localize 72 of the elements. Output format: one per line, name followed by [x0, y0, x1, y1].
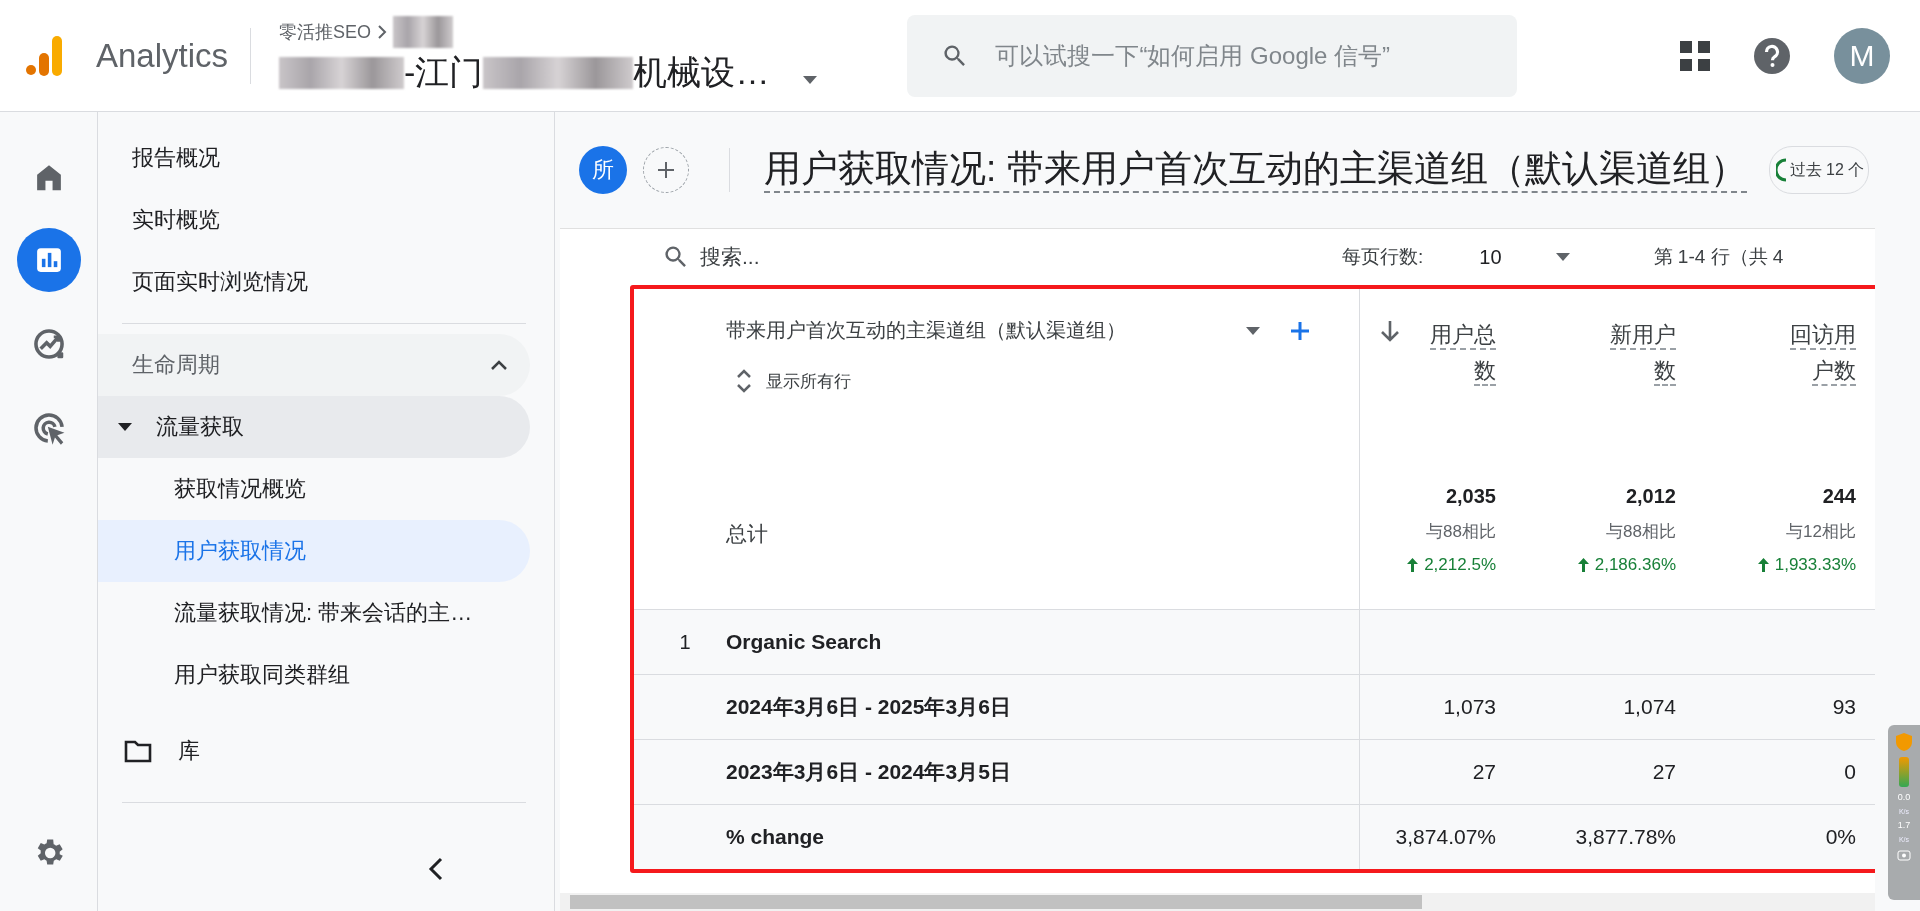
- column-header[interactable]: 新用户数: [1508, 289, 1688, 389]
- change-percent: 1,933.33%: [1774, 555, 1856, 575]
- redacted-block: [393, 15, 454, 48]
- row-index: 1: [679, 630, 691, 654]
- nav-item[interactable]: 页面实时浏览情况: [98, 251, 530, 313]
- library-item[interactable]: 库: [98, 720, 530, 782]
- comparison-text: 与12相比: [1786, 521, 1856, 543]
- chevron-right-icon: [377, 24, 388, 39]
- date-range-chip[interactable]: 过去 12 个: [1768, 146, 1870, 194]
- nav-group[interactable]: 流量获取: [98, 396, 530, 458]
- nav-item[interactable]: 用户获取同类群组: [98, 644, 530, 706]
- folder-icon: [124, 739, 152, 763]
- nav-item[interactable]: 实时概览: [98, 189, 530, 251]
- total-label: 总计: [726, 521, 768, 547]
- app-name: Analytics: [96, 36, 229, 75]
- table-cell: 27: [1472, 760, 1496, 784]
- level-gauge-icon: [1899, 757, 1909, 787]
- table-cell: 27: [1652, 760, 1676, 784]
- table-cell: 3,877.78%: [1575, 825, 1676, 849]
- collapse-chevron-icon[interactable]: [428, 857, 444, 881]
- dropdown-caret-icon: [803, 76, 818, 84]
- dimension-header[interactable]: 带来用户首次互动的主渠道组（默认渠道组）: [726, 317, 1246, 344]
- search-field[interactable]: 可以试搜一下“如何启用 Google 信号”: [907, 14, 1518, 97]
- arrow-up-icon: [1577, 558, 1589, 572]
- upload-speed: 0.0: [1897, 793, 1911, 802]
- table-cell-text: 2023年3月6日 - 2024年3月5日: [726, 759, 1011, 785]
- rows-per-page-select[interactable]: 10: [1473, 241, 1576, 273]
- horizontal-scrollbar[interactable]: [560, 893, 1875, 911]
- table-cell: 0: [1844, 760, 1856, 784]
- change-percent: 2,212.5%: [1424, 555, 1496, 575]
- comparison-chip[interactable]: 所: [579, 146, 627, 194]
- table-cell: 0%: [1825, 825, 1856, 849]
- nav-item[interactable]: 获取情况概览: [98, 458, 530, 520]
- arrow-up-icon: [1407, 558, 1419, 572]
- plus-icon: [657, 161, 675, 179]
- breadcrumb-link[interactable]: 零活推SEO: [279, 19, 372, 44]
- change-percent: 2,186.36%: [1594, 555, 1676, 575]
- column-header[interactable]: 用户总数: [1360, 289, 1508, 389]
- dropdown-caret-icon: [1246, 326, 1260, 335]
- table-cell: 1,074: [1623, 695, 1676, 719]
- analytics-logo-icon: [26, 35, 62, 76]
- nav-item[interactable]: 用户获取情况: [98, 520, 530, 582]
- nav-section-header[interactable]: 生命周期: [98, 334, 530, 396]
- comparison-text: 与88相比: [1426, 521, 1496, 543]
- apps-icon[interactable]: [1680, 40, 1710, 71]
- caret-icon: [1555, 253, 1570, 261]
- help-icon[interactable]: [1754, 37, 1790, 74]
- table-cell: 1,073: [1443, 695, 1496, 719]
- total-value: 2,012: [1625, 485, 1676, 508]
- property-name: 机械设…: [633, 51, 770, 93]
- total-value: 244: [1822, 485, 1856, 508]
- shield-icon: [1896, 733, 1912, 751]
- table-cell: % change: [726, 825, 825, 849]
- property-name: -江门: [404, 51, 484, 93]
- column-header[interactable]: 回访用户数: [1688, 289, 1868, 389]
- sort-arrow-icon[interactable]: [1380, 319, 1400, 343]
- show-all-rows-button[interactable]: 显示所有行: [726, 368, 1359, 394]
- table-cell: Organic Search: [726, 630, 882, 654]
- pagination-range: 第 1-4 行（共 4: [1653, 245, 1784, 269]
- table-cell-text: 2024年3月6日 - 2025年3月6日: [726, 694, 1011, 720]
- report-title: 用户获取情况: 带来用户首次互动的主渠道组（默认渠道组）: [764, 146, 1747, 194]
- nav-item[interactable]: 流量获取情况: 带来会话的主…: [98, 582, 530, 644]
- total-value: 2,035: [1445, 485, 1496, 508]
- rows-per-page-label: 每页行数:: [1342, 245, 1424, 269]
- table-cell: 93: [1832, 695, 1856, 719]
- comparison-text: 与88相比: [1606, 521, 1676, 543]
- plus-icon[interactable]: [1290, 320, 1310, 341]
- arrow-up-icon: [1757, 558, 1769, 572]
- expand-collapse-icon: [736, 368, 752, 394]
- table-cell: 3,874.07%: [1395, 825, 1496, 849]
- download-speed: 1.7: [1897, 821, 1911, 830]
- nav-item[interactable]: 报告概况: [98, 127, 530, 189]
